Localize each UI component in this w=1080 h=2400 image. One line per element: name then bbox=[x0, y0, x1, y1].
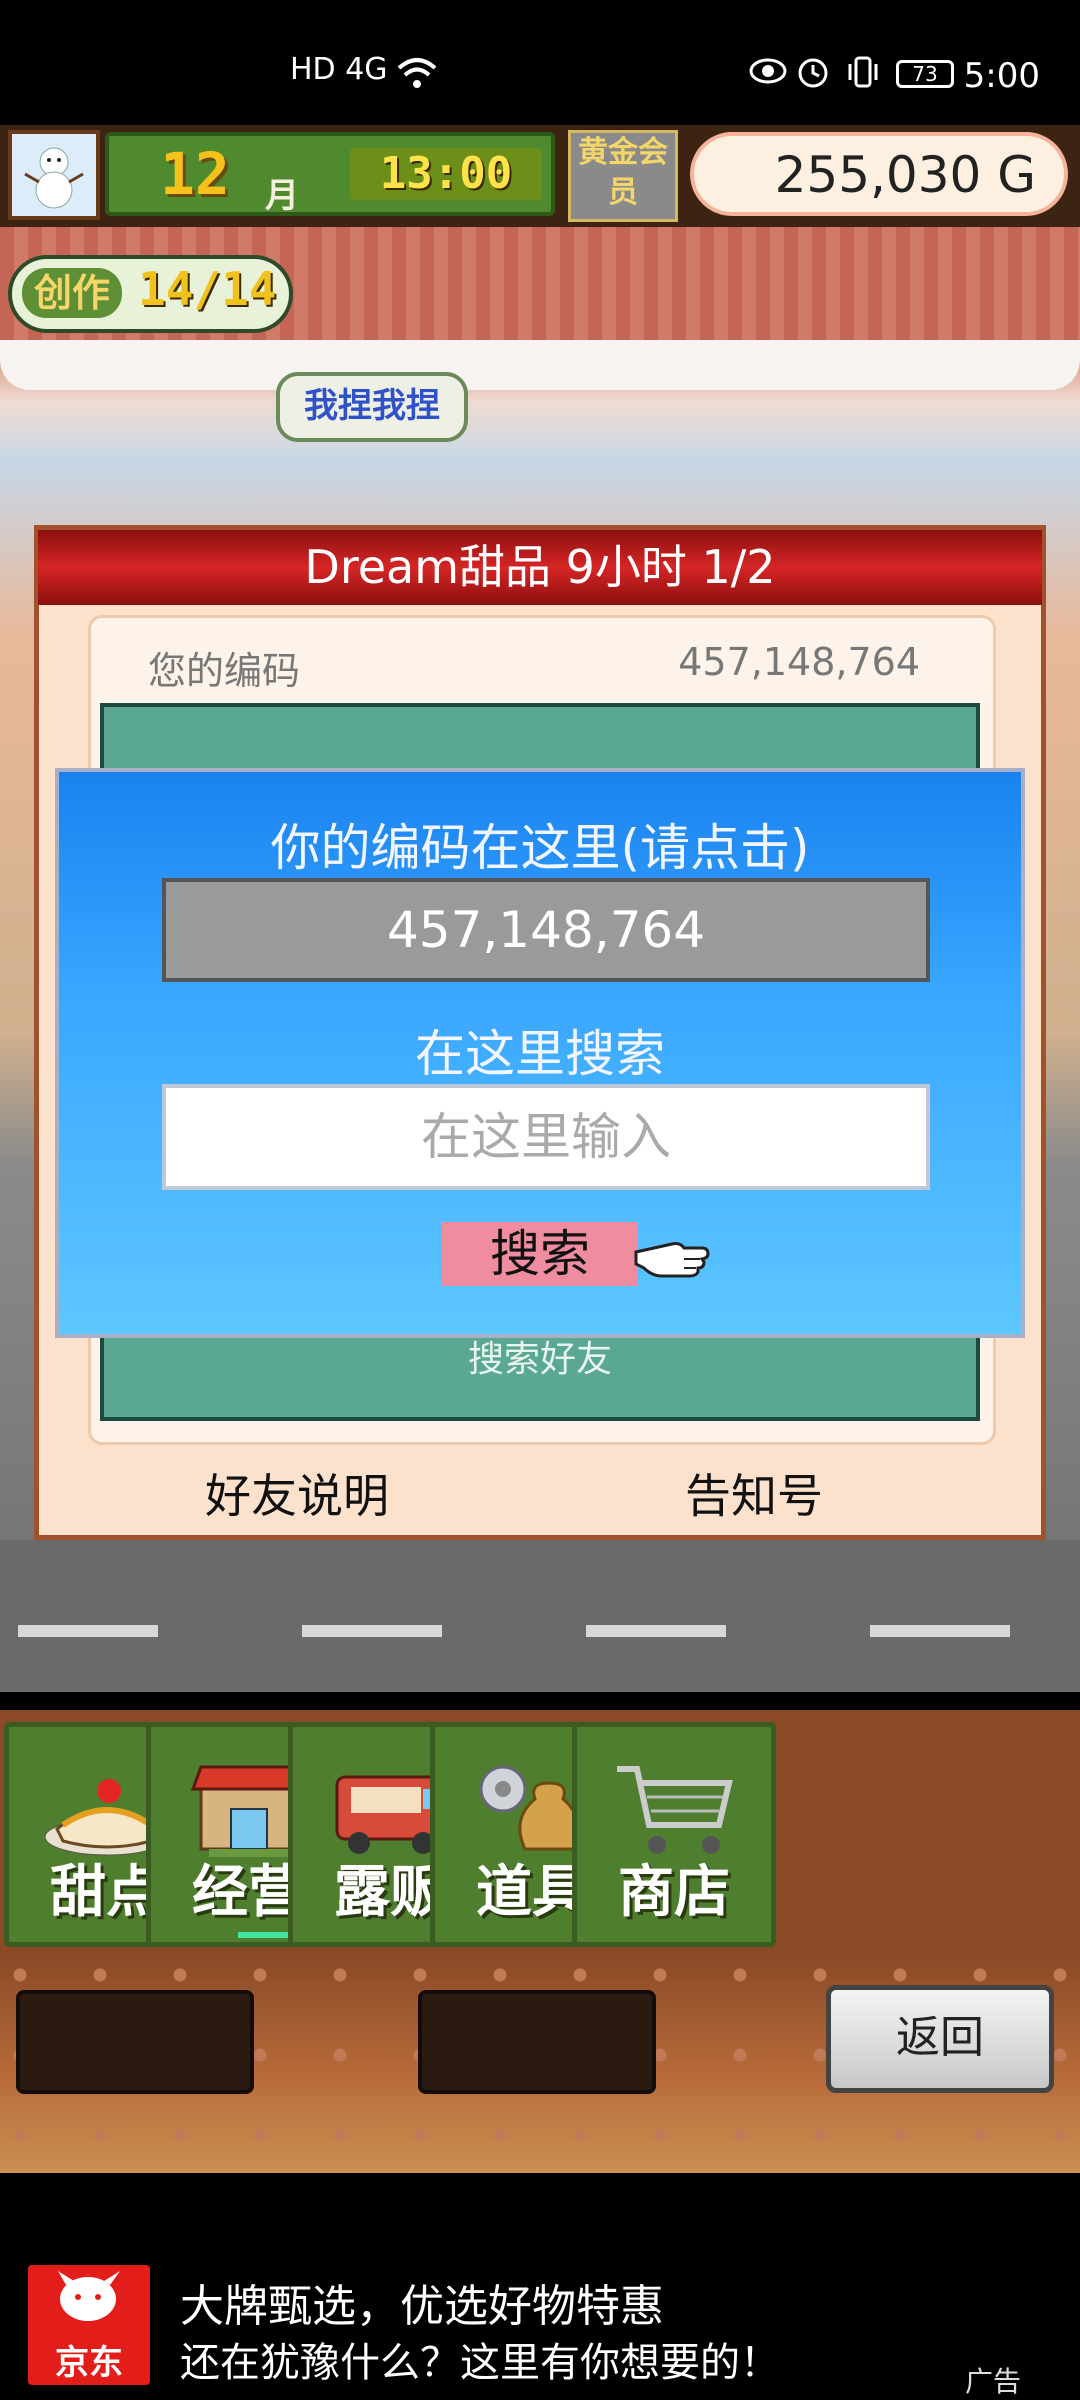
friend-help-button[interactable]: 好友说明 bbox=[205, 1460, 389, 1526]
your-code-label: 您的编码 bbox=[148, 649, 301, 693]
panel-title: Dream甜品 9小时 1/2 bbox=[38, 530, 1042, 605]
empty-slot bbox=[418, 1990, 656, 2094]
ad-subline: 还在犹豫什么？这里有你想要的！ bbox=[180, 2340, 780, 2386]
vibrate-icon bbox=[845, 54, 881, 98]
snow-roof bbox=[0, 340, 1080, 390]
create-count: 14/14 bbox=[138, 262, 277, 316]
alarm-icon bbox=[795, 54, 831, 98]
search-button[interactable]: 搜索 bbox=[442, 1222, 638, 1286]
menu-label: 商店 bbox=[618, 1860, 730, 1925]
my-code-button[interactable]: 457,148,764 bbox=[162, 878, 930, 982]
notice-number-button[interactable]: 告知号 bbox=[685, 1460, 823, 1526]
gold-member-badge: 黄金会员 bbox=[568, 130, 678, 222]
dialog-title: 你的编码在这里(请点击) bbox=[270, 819, 810, 877]
player-avatar[interactable] bbox=[8, 130, 100, 220]
month-number: 12 bbox=[160, 140, 230, 208]
ad-brand: 京东 bbox=[55, 2343, 123, 2383]
snowman-icon bbox=[24, 147, 84, 209]
ad-headline: 大牌甄选，优选好物特惠 bbox=[180, 2281, 664, 2332]
money-display: 255,030 G bbox=[690, 132, 1068, 216]
eye-icon bbox=[748, 56, 788, 94]
back-button[interactable]: 返回 bbox=[826, 1985, 1054, 2093]
status-time: 5:00 bbox=[963, 56, 1040, 96]
your-code-value: 457,148,764 bbox=[678, 640, 920, 684]
road-marking bbox=[302, 1625, 442, 1637]
road-marking bbox=[18, 1625, 158, 1637]
menu-item-store[interactable]: 商店 bbox=[572, 1722, 776, 1947]
road bbox=[0, 1540, 1080, 1690]
create-label: 创作 bbox=[22, 268, 122, 318]
search-label: 在这里搜索 bbox=[415, 1025, 665, 1083]
speech-bubble[interactable]: 我捏我捏 bbox=[276, 372, 468, 442]
road-marking bbox=[586, 1625, 726, 1637]
ad-label: 广告 bbox=[965, 2365, 1022, 2398]
wifi-icon bbox=[395, 56, 439, 98]
battery-indicator: 73 bbox=[896, 60, 954, 88]
game-clock: 13:00 bbox=[350, 148, 542, 200]
network-indicator: HD 4G bbox=[290, 52, 388, 87]
pointing-hand-icon bbox=[632, 1226, 712, 1282]
status-bar: HD 4G 73 5:00 bbox=[0, 0, 1080, 125]
road-marking bbox=[870, 1625, 1010, 1637]
search-input[interactable] bbox=[162, 1084, 930, 1190]
month-unit: 月 bbox=[265, 176, 299, 216]
empty-slot bbox=[16, 1990, 254, 2094]
